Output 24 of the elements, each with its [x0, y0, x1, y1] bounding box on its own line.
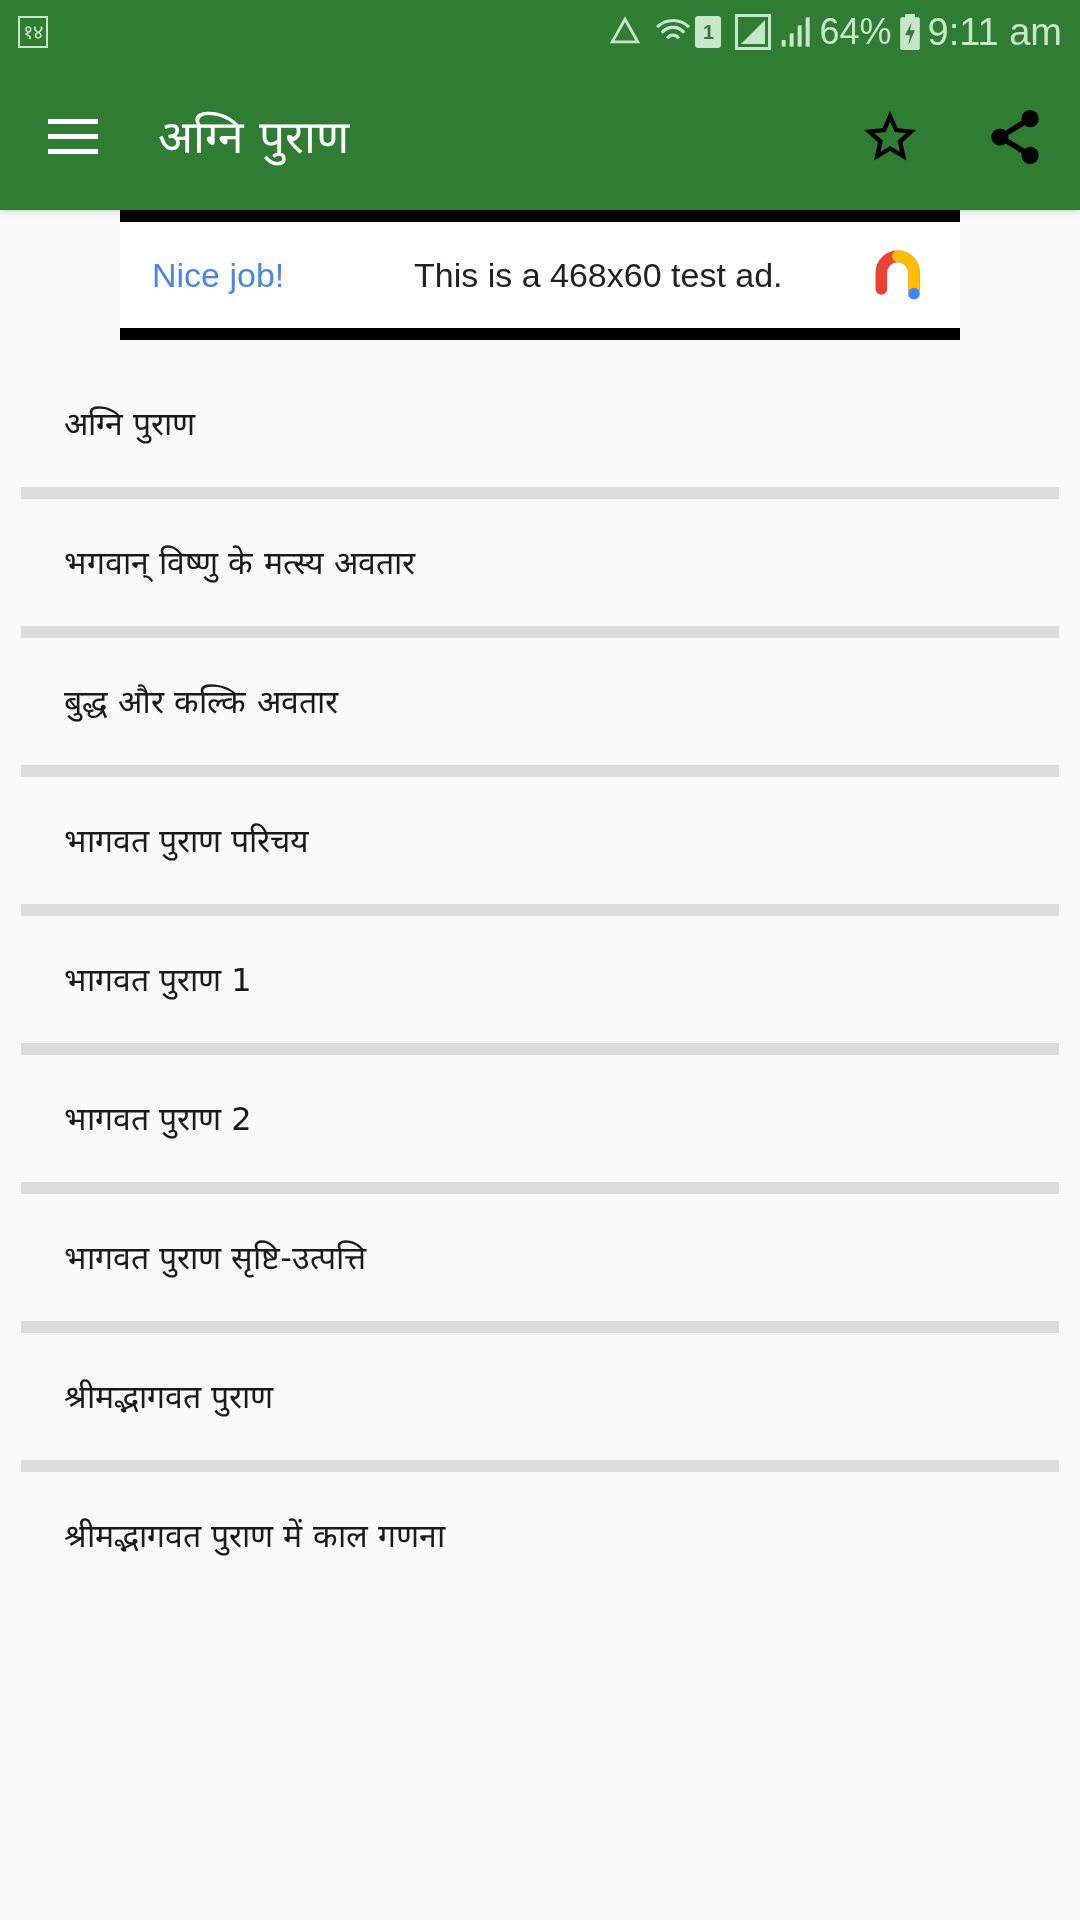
list-item[interactable]: भागवत पुराण 2 [0, 1055, 1080, 1182]
ad-text: This is a 468x60 test ad. [414, 254, 784, 296]
list-item[interactable]: भागवत पुराण 1 [0, 916, 1080, 1043]
share-icon [989, 109, 1041, 165]
list-item[interactable]: भगवान् विष्णु के मत्स्य अवतार [0, 499, 1080, 626]
battery-icon [899, 14, 920, 50]
list-item[interactable]: भागवत पुराण सृष्टि-उत्पत्ति [0, 1194, 1080, 1321]
clock: 9:11 am [927, 9, 1062, 55]
toolbar-title: अग्नि पुराण [158, 108, 351, 168]
list-item[interactable]: भागवत पुराण परिचय [0, 777, 1080, 904]
menu-button[interactable] [48, 117, 98, 157]
sim-icon: 1 [695, 16, 722, 48]
notification-badge: १४ [18, 16, 48, 48]
list-item[interactable]: अग्नि पुराण [0, 360, 1080, 487]
battery-percent: 64% [819, 10, 892, 54]
list-item[interactable]: श्रीमद्भागवत पुराण में काल गणना [0, 1472, 1080, 1599]
ad-banner[interactable]: Nice job! This is a 468x60 test ad. [120, 210, 960, 340]
signal-bars-icon [779, 16, 812, 48]
ad-headline: Nice job! [152, 254, 286, 296]
star-icon [863, 111, 917, 163]
menu-icon [48, 119, 98, 155]
list-item[interactable]: श्रीमद्भागवत पुराण [0, 1333, 1080, 1460]
signal-icon [735, 14, 772, 50]
list-item[interactable]: बुद्ध और कल्कि अवतार [0, 638, 1080, 765]
